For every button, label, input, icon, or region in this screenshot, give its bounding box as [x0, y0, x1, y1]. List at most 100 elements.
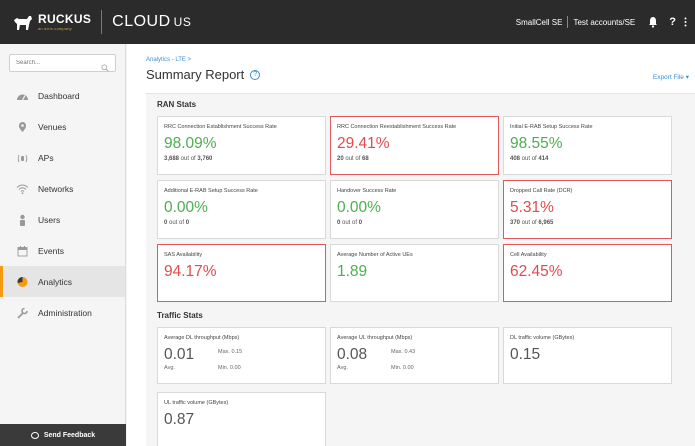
stat-label: DL traffic volume (GBytes) — [510, 335, 575, 341]
stat-value: 0.00% — [337, 199, 381, 216]
stat-value: 62.45% — [510, 263, 563, 280]
stat-value: 98.55% — [510, 135, 563, 152]
sidebar-item-label: Administration — [38, 307, 92, 318]
stat-card-dropped-call-rate: Dropped Call Rate (DCR) 5.31% 370 out of… — [503, 180, 672, 239]
sidebar-item-label: Analytics — [38, 276, 73, 287]
stat-sub-count: 3,688 — [164, 156, 180, 162]
stat-sub-count: 408 — [510, 156, 521, 162]
stat-label: Additional E-RAB Setup Success Rate — [164, 188, 258, 194]
sidebar-item-label: Users — [38, 214, 61, 225]
search-icon[interactable] — [101, 59, 109, 72]
stat-card-sas-availability: SAS Availability 94.17% — [157, 244, 326, 302]
stat-max: Max. 0.43 — [391, 349, 416, 355]
search-input[interactable] — [16, 60, 101, 66]
stat-sub-text: out of — [343, 156, 363, 162]
help-icon[interactable]: ? — [669, 16, 676, 28]
stat-value: 1.89 — [337, 263, 368, 280]
stat-label: Average DL throughput (Mbps) — [164, 335, 240, 341]
stat-card-initial-erab: Initial E-RAB Setup Success Rate 98.55% … — [503, 116, 672, 175]
sidebar-search[interactable] — [9, 54, 116, 72]
send-feedback-label: Send Feedback — [43, 431, 96, 439]
ran-stats-header: RAN Stats — [157, 100, 197, 109]
logo-text: RUCKUS — [38, 12, 92, 26]
stat-sub-text: out of — [340, 220, 359, 226]
stat-label: Average Number of Active UEs — [337, 252, 413, 258]
tenant-selector[interactable]: SmallCell SE — [516, 18, 563, 27]
sidebar-item-users[interactable]: Users — [0, 204, 125, 235]
stat-card-handover: Handover Success Rate 0.00% 0 out of 0 — [330, 180, 499, 239]
sidebar-item-networks[interactable]: Networks — [0, 173, 125, 204]
access-point-icon — [16, 152, 29, 164]
stat-value: 0.01 — [164, 346, 195, 363]
header-divider — [101, 10, 103, 34]
stat-value: 5.31% — [510, 199, 554, 216]
dog-logo-icon — [12, 12, 34, 32]
main-content: Analytics - LTE > Summary Report ? Expor… — [127, 44, 695, 446]
stat-value: 0.15 — [510, 346, 541, 363]
stat-label: Average UL throughput (Mbps) — [337, 335, 413, 341]
help-circle-icon[interactable]: ? — [250, 69, 261, 80]
sidebar-item-venues[interactable]: Venues — [0, 111, 125, 142]
sidebar-item-administration[interactable]: Administration — [0, 297, 125, 328]
sidebar-item-dashboard[interactable]: Dashboard — [0, 80, 125, 111]
sidebar-item-aps[interactable]: APs — [0, 142, 125, 173]
stat-sub-text: out of — [520, 220, 539, 226]
stat-label: RRC Connection Reestablishment Success R… — [337, 124, 457, 130]
sidebar-item-label: Events — [38, 245, 64, 256]
stat-card-ul-throughput: Average UL throughput (Mbps) 0.08 Max. 0… — [330, 327, 499, 384]
stat-card-dl-volume: DL traffic volume (GBytes) 0.15 — [503, 327, 672, 384]
stat-label: Initial E-RAB Setup Success Rate — [510, 124, 593, 130]
stat-avg-row: Avg. Min. 0.00 — [337, 365, 492, 371]
stats-panel: RAN Stats RRC Connection Establishment S… — [146, 93, 695, 446]
ruckus-logo[interactable]: RUCKUS an arris company — [12, 0, 91, 44]
sidebar-item-label: Networks — [38, 183, 74, 194]
stat-sub: 20 out of 68 — [337, 156, 492, 162]
sidebar-item-analytics[interactable]: Analytics — [0, 266, 125, 297]
dashboard-icon — [16, 90, 29, 102]
brand-name: CLOUD — [112, 13, 171, 30]
traffic-stats-header: Traffic Stats — [157, 311, 203, 320]
brand-title: CLOUD US — [112, 13, 191, 31]
stat-max: Max. 0.15 — [218, 349, 243, 355]
stat-card-additional-erab: Additional E-RAB Setup Success Rate 0.00… — [157, 180, 326, 239]
sidebar-item-label: APs — [38, 152, 54, 163]
stat-label: Cell Availability — [510, 252, 547, 258]
stat-label: Dropped Call Rate (DCR) — [510, 188, 573, 194]
stat-sub-total: 68 — [362, 156, 369, 162]
stat-sub-text: out of — [167, 220, 186, 226]
stat-card-active-ues: Average Number of Active UEs 1.89 — [330, 244, 499, 302]
page-title: Summary Report ? — [146, 67, 261, 82]
stat-sub-count: 20 — [337, 156, 344, 162]
stat-sub: 0 out of 0 — [164, 220, 319, 226]
account-selector[interactable]: Test accounts/SE — [573, 18, 635, 27]
stat-label: UL traffic volume (GBytes) — [164, 400, 229, 406]
sidebar-item-label: Venues — [38, 121, 67, 132]
stat-sub-count: 370 — [510, 220, 521, 226]
stat-sub-total: 3,760 — [197, 156, 213, 162]
stat-value: 98.09% — [164, 135, 217, 152]
stat-value-row: 0.08 Max. 0.43 — [337, 346, 492, 363]
top-bar: RUCKUS an arris company CLOUD US SmallCel… — [0, 0, 695, 44]
logo-subtext: an arris company — [38, 26, 72, 31]
stat-avg-row: Avg. Min. 0.00 — [164, 365, 319, 371]
wifi-icon — [16, 183, 29, 195]
page-title-text: Summary Report — [146, 67, 245, 82]
sidebar-item-events[interactable]: Events — [0, 235, 125, 266]
stat-card-rrc-reestablishment: RRC Connection Reestablishment Success R… — [330, 116, 499, 175]
stat-value: 0.08 — [337, 346, 368, 363]
send-feedback-button[interactable]: Send Feedback — [0, 424, 126, 446]
stat-sub: 408 out of 414 — [510, 156, 665, 162]
stat-label: SAS Availability — [164, 252, 203, 258]
export-file-button[interactable]: Export File ▾ — [653, 73, 689, 81]
stat-sub: 3,688 out of 3,760 — [164, 156, 319, 162]
stat-avg-label: Avg. — [164, 365, 175, 371]
bell-icon[interactable] — [647, 16, 659, 28]
stat-sub: 0 out of 0 — [337, 220, 492, 226]
stat-sub-total: 0 — [358, 220, 363, 226]
pie-chart-icon — [16, 276, 29, 288]
more-menu-icon[interactable] — [684, 17, 687, 27]
stat-avg-label: Avg. — [337, 365, 348, 371]
breadcrumb[interactable]: Analytics - LTE > — [146, 57, 191, 63]
sidebar-item-label: Dashboard — [38, 90, 80, 101]
stat-label: Handover Success Rate — [337, 188, 397, 194]
